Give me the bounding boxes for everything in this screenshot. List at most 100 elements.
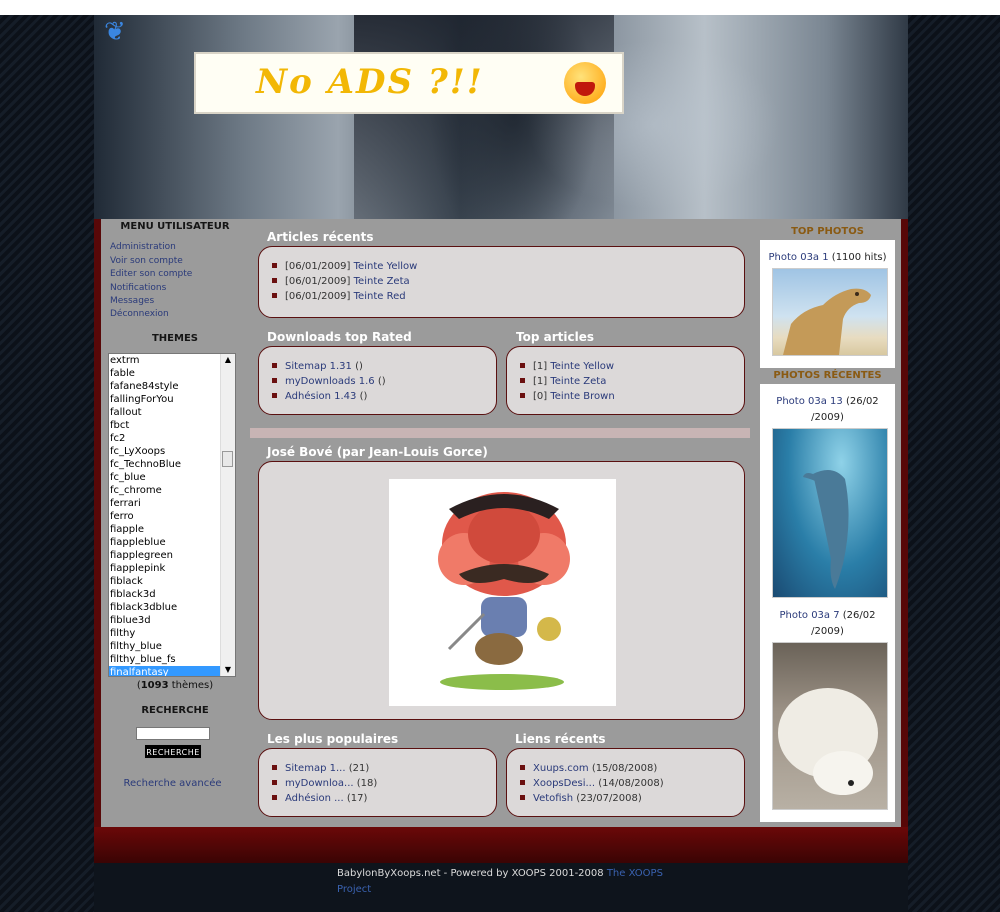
article-link[interactable]: Teinte Yellow <box>354 261 418 272</box>
site-footer: BabylonByXoops.net - Powered by XOOPS 20… <box>337 866 667 898</box>
download-rating: () <box>359 391 368 402</box>
theme-option[interactable]: fc_chrome <box>109 484 222 497</box>
theme-scrollbar[interactable]: ▲ ▼ <box>220 354 235 676</box>
article-count: [1] <box>533 361 548 372</box>
popular-box: Sitemap 1... (21) myDownloa... (18) Adhé… <box>258 748 497 817</box>
butterfly-icon[interactable]: ❦ <box>104 17 126 47</box>
theme-option[interactable]: fiblack <box>109 575 222 588</box>
download-link[interactable]: myDownloads 1.6 <box>285 376 375 387</box>
photo-hits: (1100 hits) <box>831 252 887 263</box>
menu-item-edit-account[interactable]: Editer son compte <box>110 269 192 279</box>
theme-select-list[interactable]: extrm fable fafane84style fallingForYou fall… <box>108 353 236 677</box>
theme-option[interactable]: ferro <box>109 510 222 523</box>
download-link[interactable]: Sitemap 1.31 <box>285 361 352 372</box>
theme-option[interactable]: fc2 <box>109 432 222 445</box>
search-input[interactable] <box>136 727 210 740</box>
menu-item-view-account[interactable]: Voir son compte <box>110 256 183 266</box>
theme-option[interactable]: fc_TechnoBlue <box>109 458 222 471</box>
dolphin-photo[interactable] <box>772 428 888 598</box>
theme-option[interactable]: fafane84style <box>109 380 222 393</box>
menu-item-administration[interactable]: Administration <box>110 242 176 252</box>
photo-link[interactable]: Photo 03a 13 <box>776 396 842 407</box>
list-item: Sitemap 1.31 () <box>272 359 386 374</box>
list-item: Sitemap 1... (21) <box>272 761 377 776</box>
download-link[interactable]: Adhésion 1.43 <box>285 391 356 402</box>
theme-option[interactable]: fable <box>109 367 222 380</box>
menu-item-logout[interactable]: Déconnexion <box>110 309 169 319</box>
photo-date-year: /2009) <box>811 412 844 423</box>
popular-link[interactable]: Adhésion ... <box>285 793 344 804</box>
download-rating: () <box>377 376 386 387</box>
theme-option[interactable]: finalfantasy <box>109 666 222 676</box>
popular-count: (17) <box>346 793 368 804</box>
top-strip <box>0 0 1000 15</box>
theme-option[interactable]: fiblue3d <box>109 614 222 627</box>
article-link[interactable]: Teinte Yellow <box>550 361 614 372</box>
recent-photo-caption: Photo 03a 13 (26/02/2009) <box>760 394 895 426</box>
photo-link[interactable]: Photo 03a 7 <box>779 610 839 621</box>
menu-item-notifications[interactable]: Notifications <box>110 283 166 293</box>
theme-option[interactable]: fiblack3d <box>109 588 222 601</box>
recent-link-date: (15/08/2008) <box>591 763 658 774</box>
advanced-search-link[interactable]: Recherche avancée <box>101 778 244 789</box>
scroll-thumb[interactable] <box>222 451 233 467</box>
header-artwork <box>354 15 614 219</box>
recent-links-box: Xuups.com (15/08/2008) XoopsDesi... (14/… <box>506 748 745 817</box>
popular-count: (21) <box>348 763 370 774</box>
theme-option[interactable]: ferrari <box>109 497 222 510</box>
scroll-down-icon[interactable]: ▼ <box>221 664 235 676</box>
theme-option[interactable]: fallout <box>109 406 222 419</box>
photo-date: (26/02 <box>845 396 879 407</box>
popular-count: (18) <box>356 778 378 789</box>
list-item: myDownloa... (18) <box>272 776 377 791</box>
article-link[interactable]: Teinte Brown <box>550 391 614 402</box>
scroll-up-icon[interactable]: ▲ <box>221 354 235 366</box>
search-button[interactable]: Recherche <box>144 744 202 759</box>
theme-option[interactable]: fiapple <box>109 523 222 536</box>
popular-link[interactable]: myDownloa... <box>285 778 354 789</box>
list-item: myDownloads 1.6 () <box>272 374 386 389</box>
list-item: Adhésion ... (17) <box>272 791 377 806</box>
photo-link[interactable]: Photo 03a 1 <box>769 252 829 263</box>
theme-option[interactable]: fiappleblue <box>109 536 222 549</box>
recent-link[interactable]: XoopsDesi... <box>533 778 595 789</box>
list-item: [06/01/2009] Teinte Red <box>272 289 417 304</box>
recent-link[interactable]: Xuups.com <box>533 763 589 774</box>
theme-option[interactable]: fbct <box>109 419 222 432</box>
article-link[interactable]: Teinte Zeta <box>550 376 606 387</box>
popular-link[interactable]: Sitemap 1... <box>285 763 346 774</box>
article-date: [06/01/2009] <box>285 291 351 302</box>
theme-option[interactable]: filthy_blue_fs <box>109 653 222 666</box>
article-count: [1] <box>533 376 548 387</box>
theme-option[interactable]: filthy <box>109 627 222 640</box>
theme-options: extrm fable fafane84style fallingForYou fall… <box>109 354 222 676</box>
theme-option[interactable]: fiblack3dblue <box>109 601 222 614</box>
theme-option[interactable]: extrm <box>109 354 222 367</box>
theme-count-number: 1093 <box>140 680 169 691</box>
ad-banner[interactable]: No ADS ?!! <box>194 52 624 114</box>
recent-articles-box: [06/01/2009] Teinte Yellow [06/01/2009] … <box>258 246 745 318</box>
theme-option[interactable]: fallingForYou <box>109 393 222 406</box>
downloads-top-box: Sitemap 1.31 () myDownloads 1.6 () Adhés… <box>258 346 497 415</box>
recent-photos-title: PHOTOS RÉCENTES <box>773 370 882 381</box>
camel-photo[interactable] <box>772 268 888 356</box>
theme-count-label: thèmes <box>171 680 210 691</box>
theme-option[interactable]: fiapplepink <box>109 562 222 575</box>
recent-link-date: (23/07/2008) <box>576 793 642 804</box>
caricature-image[interactable] <box>389 479 616 706</box>
popular-title: Les plus populaires <box>267 732 399 746</box>
article-link[interactable]: Teinte Zeta <box>354 276 410 287</box>
theme-option[interactable]: fc_blue <box>109 471 222 484</box>
list-item: [1] Teinte Zeta <box>520 374 615 389</box>
themes-title: THEMES <box>151 333 198 344</box>
recent-link[interactable]: Vetofish <box>533 793 573 804</box>
list-item: Xuups.com (15/08/2008) <box>520 761 664 776</box>
photo-date-year: /2009) <box>811 626 844 637</box>
polar-bear-photo[interactable] <box>772 642 888 810</box>
theme-option[interactable]: filthy_blue <box>109 640 222 653</box>
menu-item-messages[interactable]: Messages <box>110 296 154 306</box>
article-link[interactable]: Teinte Red <box>354 291 406 302</box>
theme-option[interactable]: fc_LyXoops <box>109 445 222 458</box>
article-date: [06/01/2009] <box>285 276 351 287</box>
theme-option[interactable]: fiapplegreen <box>109 549 222 562</box>
